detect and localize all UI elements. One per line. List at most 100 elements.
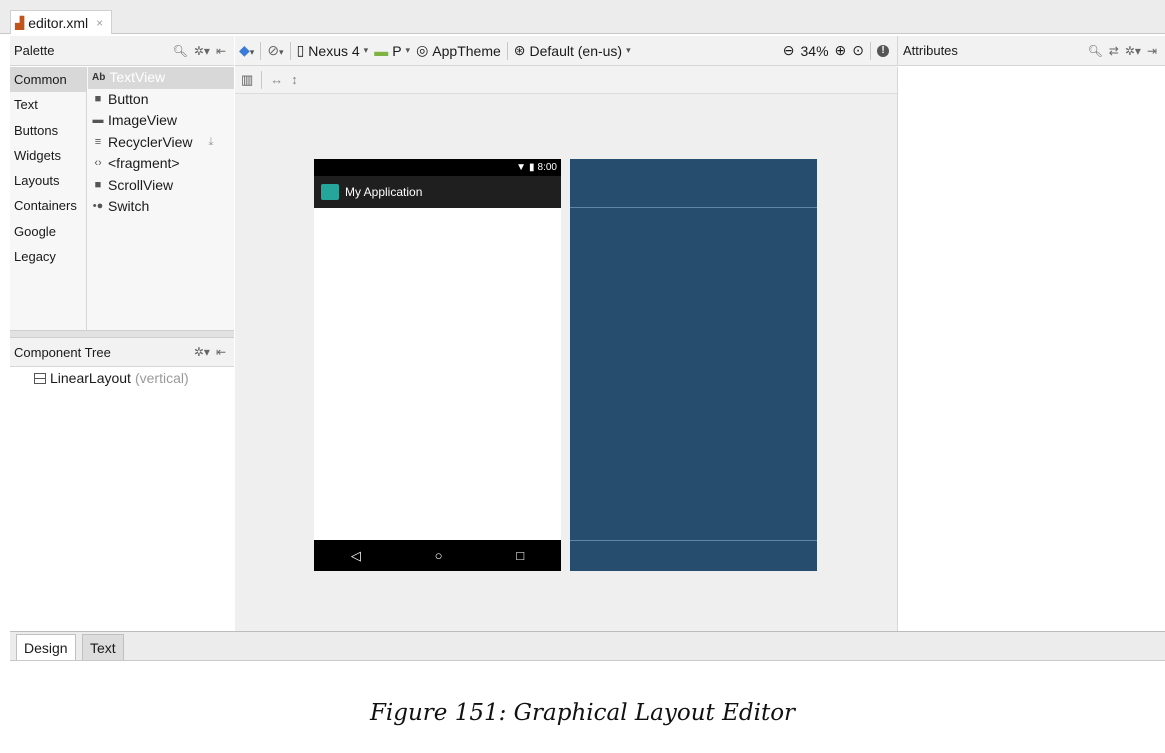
api-dropdown[interactable]: ▬ P ▾: [374, 43, 410, 59]
phone-icon: ▯: [296, 42, 305, 58]
panel-splitter[interactable]: [10, 330, 234, 338]
hide-panel-icon[interactable]: ⇤: [216, 44, 226, 58]
switch-icon: •●: [92, 200, 104, 213]
zoom-fit-icon[interactable]: ⊙: [852, 42, 864, 59]
zoom-level: 34%: [800, 42, 829, 59]
tab-design[interactable]: Design: [16, 634, 76, 660]
locale-dropdown[interactable]: ⊛ Default (en-us) ▾: [514, 42, 631, 59]
palette-item-label: ImageView: [108, 112, 178, 129]
editor-mode-tabs: Design Text: [10, 631, 1165, 661]
search-icon[interactable]: 🔍︎: [173, 44, 188, 58]
chevron-down-icon: ▾: [405, 45, 411, 55]
palette-header: Palette 🔍︎ ✲▾ ⇤: [10, 36, 234, 66]
component-tree-body: LinearLayout (vertical): [10, 367, 234, 631]
navigation-bar: ◁ ○ □: [314, 540, 561, 571]
palette-category-widgets[interactable]: Widgets: [10, 143, 86, 168]
gear-icon[interactable]: ✲▾: [194, 345, 210, 359]
palette-category-common[interactable]: Common: [10, 67, 86, 93]
component-tree-tools: ✲▾ ⇤: [194, 345, 234, 359]
palette-header-tools: 🔍︎ ✲▾ ⇤: [173, 44, 234, 58]
palette-item-label: ScrollView: [108, 176, 174, 193]
palette-item-button[interactable]: ■ Button: [88, 89, 234, 111]
palette-item-switch[interactable]: •● Switch: [88, 196, 234, 218]
theme-dropdown[interactable]: ◎ AppTheme: [416, 42, 501, 59]
device-dropdown[interactable]: ▯ Nexus 4 ▾: [297, 42, 369, 59]
toolbar-separator: [289, 41, 291, 60]
orientation-icon[interactable]: ⊘▾: [267, 42, 283, 59]
component-tree-title: Component Tree: [14, 344, 111, 360]
app-launcher-icon: [321, 184, 339, 200]
design-canvas[interactable]: ▼ ▮ 8:00 My Application ◁ ○ □: [235, 94, 897, 631]
palette-item-fragment[interactable]: ‹› <fragment>: [88, 153, 234, 175]
palette-item-scrollview[interactable]: ■ ScrollView: [88, 175, 234, 197]
status-time: 8:00: [537, 162, 557, 173]
phone-preview[interactable]: ▼ ▮ 8:00 My Application ◁ ○ □: [314, 159, 561, 571]
palette-category-layouts[interactable]: Layouts: [10, 168, 86, 193]
gear-icon[interactable]: ✲▾: [1125, 44, 1141, 58]
component-tree-header: Component Tree ✲▾ ⇤: [10, 338, 234, 367]
recents-icon: □: [516, 548, 525, 563]
palette-item-label: Switch: [108, 198, 150, 215]
warning-icon[interactable]: !: [877, 44, 889, 57]
expand-horizontal-icon[interactable]: ↔: [270, 72, 283, 87]
app-bar: My Application: [314, 176, 561, 208]
zoom-in-icon[interactable]: ⊕: [835, 42, 847, 59]
toolbar-separator: [261, 70, 263, 89]
panels-icon[interactable]: ▥: [241, 72, 253, 88]
zoom-out-icon[interactable]: ⊖: [783, 42, 795, 59]
blueprint-preview[interactable]: [570, 159, 817, 571]
tab-text[interactable]: Text: [82, 634, 124, 660]
status-bar: ▼ ▮ 8:00: [314, 159, 561, 176]
palette-category-containers[interactable]: Containers: [10, 193, 86, 218]
layout-sub-toolbar: ▥ ↔ ↕: [235, 66, 897, 94]
palette-category-google[interactable]: Google: [10, 219, 86, 244]
close-icon[interactable]: ×: [96, 16, 103, 30]
tree-node-linearlayout[interactable]: LinearLayout (vertical): [34, 370, 189, 386]
globe-icon: ⊛: [513, 42, 526, 58]
hide-panel-icon[interactable]: ⇤: [216, 345, 226, 359]
attributes-header: Attributes 🔍︎ ⇄ ✲▾ ⇥: [897, 36, 1165, 66]
search-icon[interactable]: 🔍︎: [1088, 44, 1103, 58]
palette-items: Ab TextView ■ Button ▬ ImageView ≡ Recyc…: [88, 67, 234, 218]
palette-category-legacy[interactable]: Legacy: [10, 244, 86, 269]
palette-category-buttons[interactable]: Buttons: [10, 118, 86, 143]
palette-item-label: <fragment>: [108, 155, 180, 172]
blueprint-app-bar: [570, 159, 817, 208]
palette-item-textview[interactable]: Ab TextView: [88, 67, 234, 89]
tree-node-hint: (vertical): [134, 370, 189, 386]
scrollview-icon: ■: [94, 178, 102, 191]
home-icon: ○: [434, 548, 443, 563]
toolbar-separator: [870, 41, 871, 60]
design-surface-icon[interactable]: ◆▾: [239, 42, 254, 59]
palette-item-recyclerview[interactable]: ≡ RecyclerView ⤓: [88, 132, 234, 154]
palette-item-imageview[interactable]: ▬ ImageView: [88, 110, 234, 132]
expand-vertical-icon[interactable]: ↕: [291, 72, 298, 87]
editor-tab[interactable]: ▟ editor.xml ×: [10, 10, 113, 34]
android-icon: ▬: [374, 42, 389, 59]
palette-categories: Common Text Buttons Widgets Layouts Cont…: [10, 67, 87, 330]
palette-title: Palette: [14, 43, 55, 58]
editor-tab-strip: ▟ editor.xml ×: [0, 0, 1165, 34]
locale-label: Default (en-us): [529, 42, 623, 59]
download-icon[interactable]: ⤓: [209, 132, 214, 153]
attributes-tools: 🔍︎ ⇄ ✲▾ ⇥: [1088, 44, 1165, 58]
hide-panel-icon[interactable]: ⇥: [1147, 44, 1157, 58]
palette-body: Common Text Buttons Widgets Layouts Cont…: [10, 67, 234, 330]
app-title: My Application: [345, 185, 423, 199]
chevron-down-icon: ▾: [363, 45, 369, 55]
palette-item-label: Button: [108, 90, 149, 107]
attributes-body: [897, 67, 1165, 631]
gear-icon[interactable]: ✲▾: [194, 44, 210, 58]
toolbar-separator: [260, 41, 262, 60]
image-icon: ▬: [92, 114, 104, 127]
content-area[interactable]: [314, 208, 561, 540]
theme-icon: ◎: [416, 42, 429, 58]
editor-tab-label: editor.xml: [28, 14, 89, 31]
design-toolbar: ◆▾ ⊘▾ ▯ Nexus 4 ▾ ▬ P ▾ ◎ AppTheme ⊛ Defau…: [235, 36, 897, 66]
code-icon: ‹›: [94, 157, 102, 170]
swap-icon[interactable]: ⇄: [1109, 44, 1119, 58]
chevron-down-icon: ▾: [626, 45, 631, 55]
xml-file-icon: ▟: [15, 15, 25, 30]
palette-category-text[interactable]: Text: [10, 92, 86, 117]
back-icon: ◁: [350, 547, 361, 563]
